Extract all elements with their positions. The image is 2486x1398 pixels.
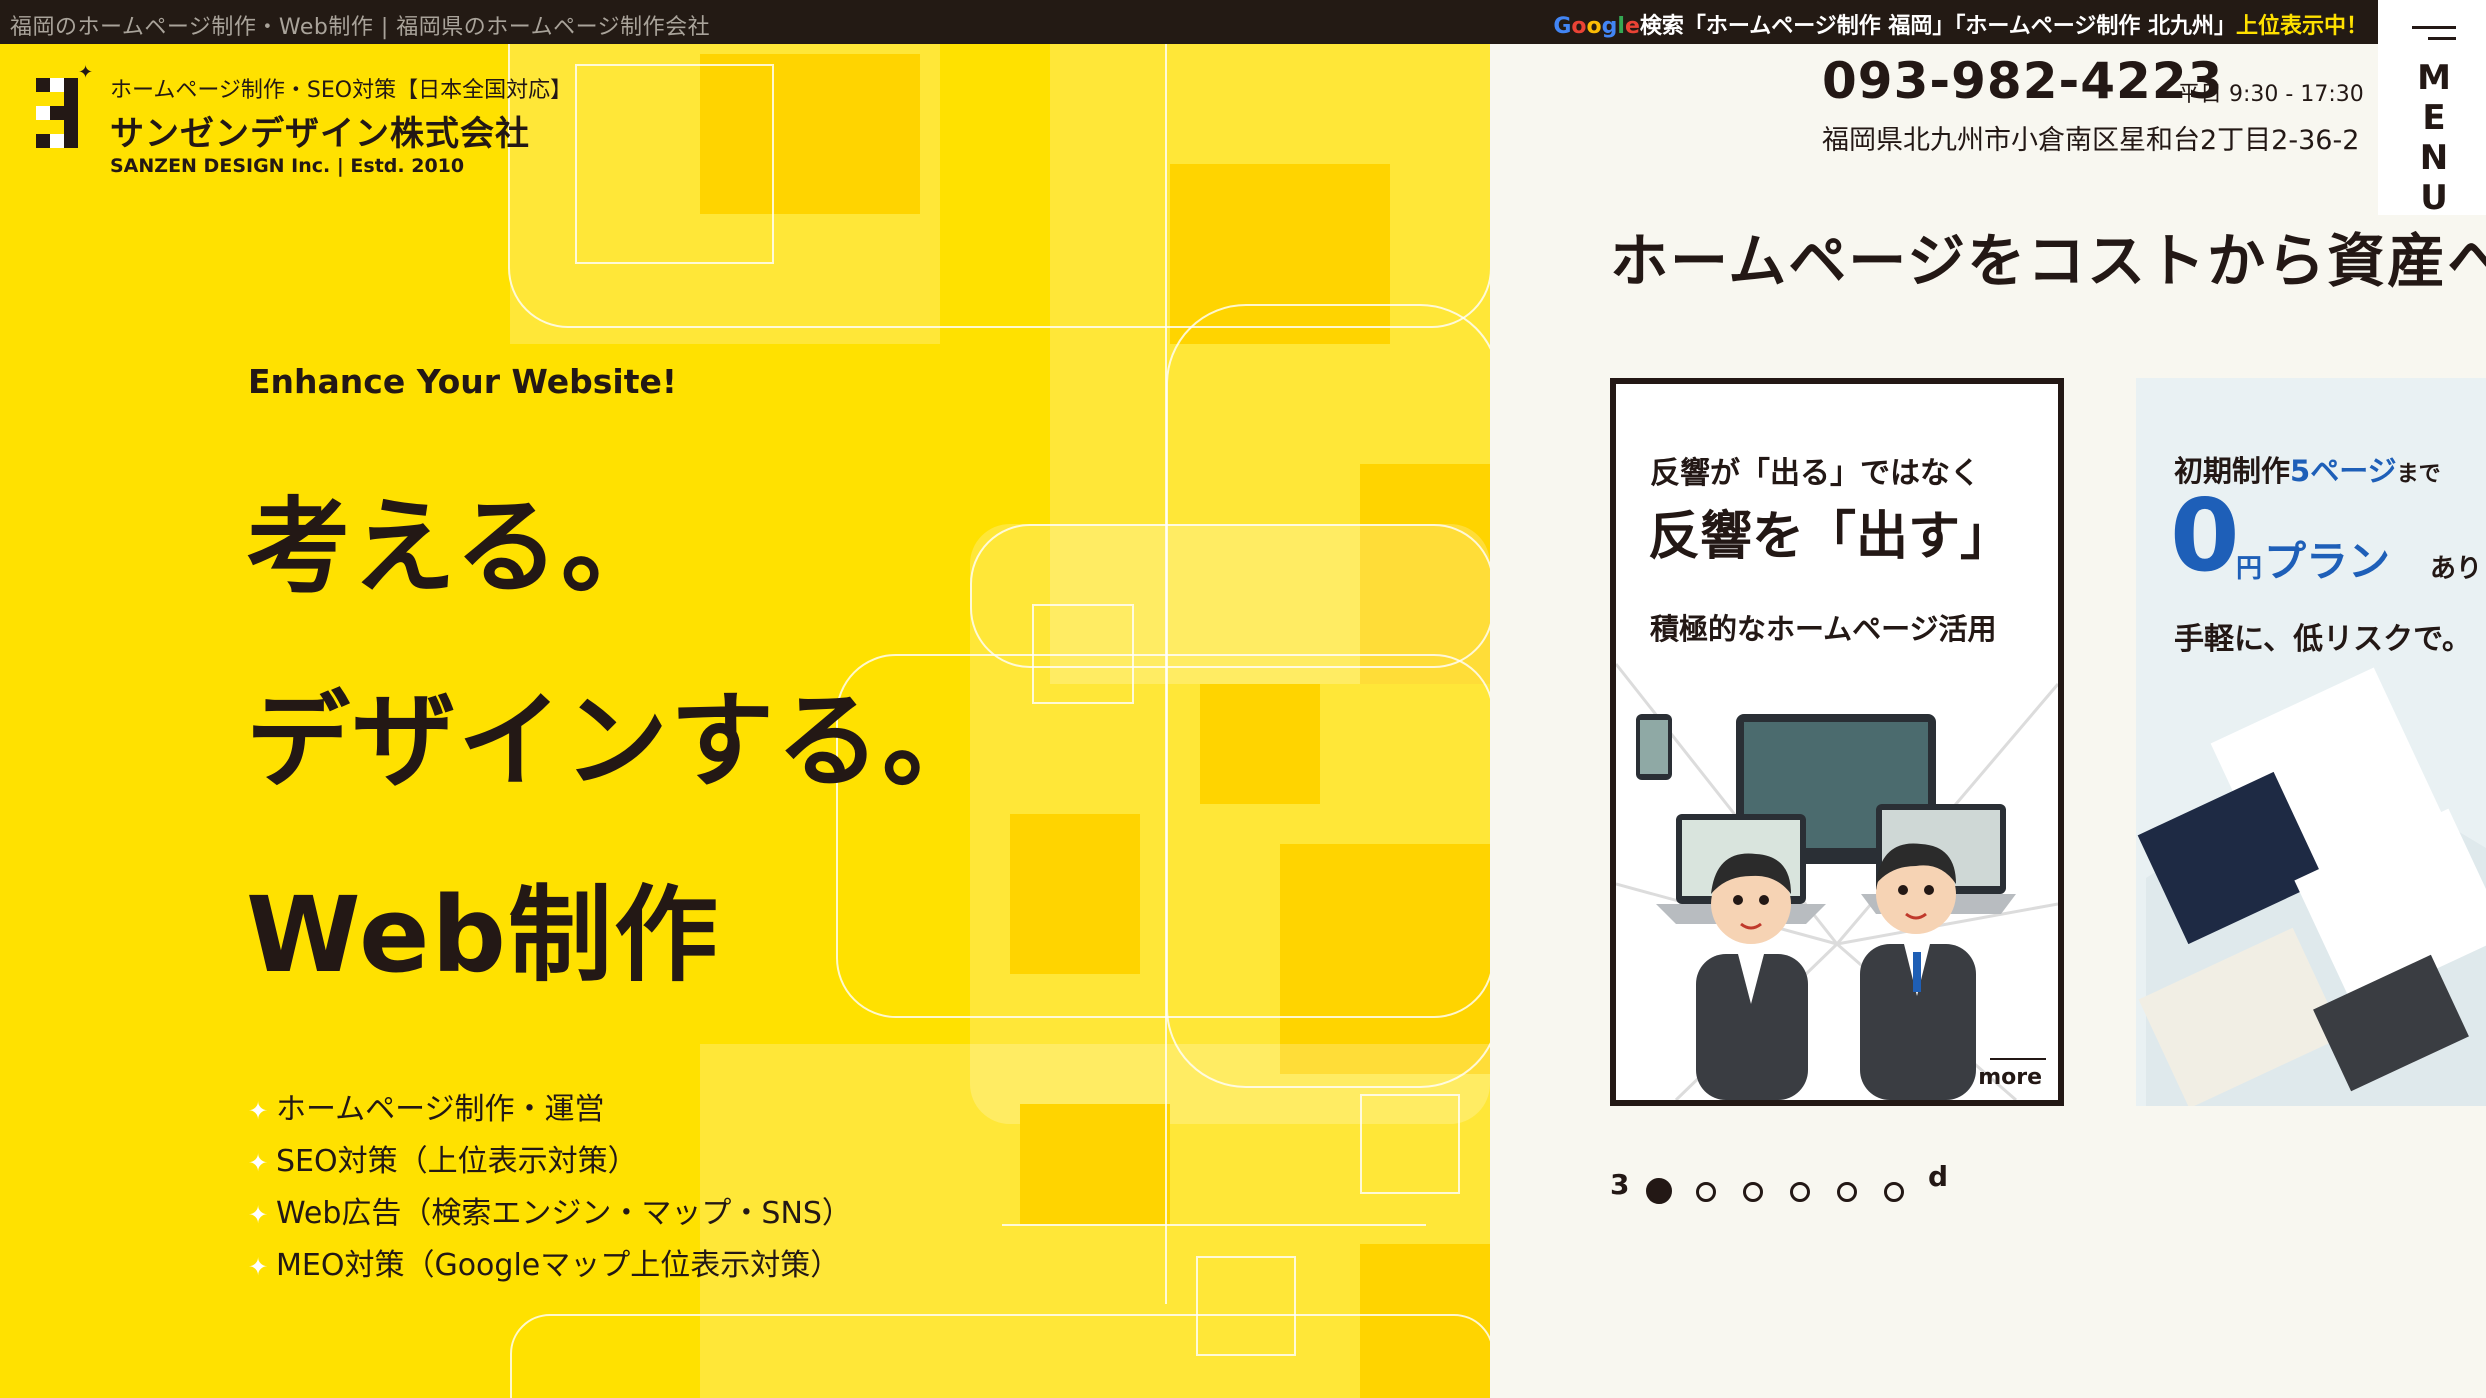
slide-card-response[interactable]: 反響が「出る」ではなく 反響を「出す」 積極的なホームページ活用 more [1610,378,2064,1106]
google-wordmark: Google [1553,14,1640,39]
google-letter: o [1571,14,1587,39]
top-bar: 福岡のホームページ制作・Web制作 | 福岡県のホームページ制作会社 Googl… [0,0,2378,44]
hero-catch-3: Web制作 [246,874,720,996]
logo-subtitle: ホームページ制作・SEO対策【日本全国対応】 [110,78,573,103]
pager-start-label: 3 [1610,1168,1630,1201]
decor-frame [510,1314,1490,1398]
service-label: ホームページ制作・運営 [276,1092,605,1127]
card2-tagline: 手軽に、低リスクで。 [2174,622,2472,657]
service-item[interactable]: ✦ Web広告（検索エンジン・マップ・SNS） [248,1188,852,1240]
service-list: ✦ ホームページ制作・運営 ✦ SEO対策（上位表示対策） ✦ Web広告（検索エンジ… [248,1084,852,1292]
search-phrase: 検索「ホームページ制作 福岡」「ホームページ制作 北九州」 [1639,14,2236,39]
service-item[interactable]: ✦ MEO対策（Googleマップ上位表示対策） [248,1240,852,1292]
sparkle-icon: ✦ [248,1097,269,1125]
service-label: Web広告（検索エンジン・マップ・SNS） [276,1196,852,1231]
sparkle-icon: ✦ [248,1201,269,1229]
google-letter: o [1586,14,1602,39]
menu-button[interactable]: MENU [2378,0,2486,218]
card2-zero: 0 [2170,477,2240,594]
pager-dot[interactable] [1743,1182,1763,1202]
company-name: サンゼンデザイン株式会社 [110,114,530,154]
service-label: MEO対策（Googleマップ上位表示対策） [276,1248,841,1283]
card1-title: 反響を「出す」 [1648,507,2013,567]
hero-catch-1: 考える。 [246,486,667,608]
google-letter: l [1617,14,1625,39]
site-tagline: 福岡のホームページ制作・Web制作 | 福岡県のホームページ制作会社 [10,15,711,40]
phone-number[interactable]: 093-982-4223 [1822,52,2223,110]
company-address: 福岡県北九州市小倉南区星和台2丁目2-36-2 [1822,125,2360,156]
pager-dot[interactable] [1790,1182,1810,1202]
sparkle-icon: ✦ [248,1253,269,1281]
decor-frame [1360,1094,1460,1194]
ranking-highlight: 上位表示中！ [2235,14,2368,39]
pager-dot[interactable] [1646,1178,1672,1204]
google-letter: g [1601,14,1618,39]
service-item[interactable]: ✦ SEO対策（上位表示対策） [248,1136,852,1188]
logo-text: ホームページ制作・SEO対策【日本全国対応】 サンゼンデザイン株式会社 SANZ… [110,72,670,177]
google-letter: e [1624,14,1640,39]
service-label: SEO対策（上位表示対策） [276,1144,638,1179]
hero-catch-2: デザインする。 [246,680,989,802]
hero-section: ✦ ホームページ制作・SEO対策【日本全国対応】 サンゼンデザイン株式会社 SA… [0,44,1490,1398]
hero-eyebrow: Enhance Your Website! [248,362,677,401]
decor-line [1165,44,1167,1304]
card2-pretext-b: 5ページ [2290,454,2397,488]
ranking-notice: Google検索「ホームページ制作 福岡」「ホームページ制作 北九州」上位表示中… [1553,8,2368,40]
more-arrow-icon [1990,1058,2046,1060]
decor-block [1020,1104,1170,1224]
card1-subtitle: 積極的なホームページ活用 [1650,612,1997,646]
google-letter: G [1553,14,1572,39]
pager-dot[interactable] [1837,1182,1857,1202]
hamburger-icon [2412,26,2456,48]
logo-mark-icon: ✦ [34,62,93,154]
pager-end-label: d [1928,1160,1949,1193]
service-item[interactable]: ✦ ホームページ制作・運営 [248,1084,852,1136]
slider-headline: ホームページをコストから資産へ [1610,227,2486,295]
decor-frame [1166,304,1490,1088]
card2-ari: あり [2430,554,2483,584]
sparkle-icon: ✦ [248,1149,269,1177]
slide-card-zero-yen-plan[interactable]: 初期制作5ページまで 0 円 プラン あり 手軽に、低リスクで。 [2136,378,2486,1106]
card2-yen: 円 [2236,554,2263,584]
card1-more-link[interactable]: more [1978,1065,2042,1090]
business-hours: 平日 9:30 - 17:30 [2178,82,2364,107]
card2-pretext-c: まで [2396,462,2441,487]
pager-dot[interactable] [1696,1182,1716,1202]
decor-frame [970,524,1490,668]
menu-label: MENU [2417,58,2451,218]
card2-plan: プラン [2264,537,2391,586]
pager-dot[interactable] [1884,1182,1904,1202]
decor-line [1002,1224,1426,1236]
company-name-en: SANZEN DESIGN Inc. | Estd. 2010 [110,155,465,177]
card1-pretext: 反響が「出る」ではなく [1650,456,1980,491]
